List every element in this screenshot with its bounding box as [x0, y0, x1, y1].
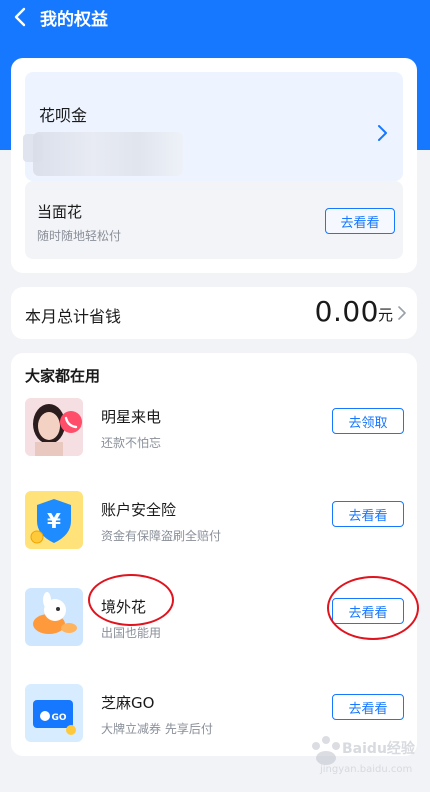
back-button[interactable]	[0, 0, 40, 34]
overseas-mascot-icon	[25, 588, 83, 646]
popular-services-card: 大家都在用 明星来电 还款不怕忘 去领取 ¥ 账户安全险 资金有保障盗刷全赔付 …	[11, 353, 417, 756]
page-title: 我的权益	[40, 9, 108, 30]
chevron-right-icon	[378, 125, 387, 141]
item-title: 账户安全险	[101, 501, 177, 519]
list-item: 境外花 出国也能用 去看看	[11, 588, 417, 652]
item-subtitle: 资金有保障盗刷全赔付	[101, 529, 222, 543]
view-button[interactable]: 去看看	[332, 694, 404, 720]
svg-text:GO: GO	[51, 713, 66, 723]
item-subtitle: 还款不怕忘	[101, 436, 162, 450]
celebrity-call-icon	[25, 398, 83, 456]
savings-unit: 元	[377, 306, 393, 324]
view-button[interactable]: 去看看	[332, 501, 404, 527]
sesame-go-card-icon: GO	[25, 684, 83, 742]
chevron-left-icon	[14, 7, 26, 27]
baidu-watermark: Baidu经验 jingyan.baidu.com	[300, 728, 426, 788]
savings-row[interactable]: 本月总计省钱 0.00 元	[11, 287, 417, 339]
shield-yen-icon: ¥	[25, 491, 83, 549]
dangmian-panel: 当面花 随时随地轻松付 去看看	[25, 181, 403, 259]
huabei-gold-panel[interactable]: 花呗金	[23, 72, 403, 181]
benefits-card: 花呗金 当面花 随时随地轻松付 去看看	[11, 58, 417, 273]
huabei-gold-title: 花呗金	[39, 106, 88, 125]
savings-label: 本月总计省钱	[25, 307, 122, 326]
list-item: ¥ 账户安全险 资金有保障盗刷全赔付 去看看	[11, 491, 417, 555]
dangmian-subtitle: 随时随地轻松付	[37, 229, 122, 243]
section-title: 大家都在用	[25, 367, 101, 385]
view-button[interactable]: 去看看	[332, 598, 404, 624]
chevron-right-icon	[398, 306, 406, 320]
item-subtitle: 出国也能用	[101, 626, 162, 640]
watermark-text: Baidu经验	[342, 741, 415, 757]
dangmian-title: 当面花	[37, 203, 83, 221]
item-title: 明星来电	[101, 408, 162, 426]
item-title: 芝麻GO	[101, 694, 155, 712]
item-title: 境外花	[101, 598, 147, 616]
top-bar: 我的权益	[0, 0, 430, 34]
item-subtitle: 大牌立减券 先享后付	[101, 722, 213, 736]
dangmian-view-button[interactable]: 去看看	[325, 208, 395, 234]
claim-button[interactable]: 去领取	[332, 408, 404, 434]
list-item: 明星来电 还款不怕忘 去领取	[11, 398, 417, 462]
blurred-balance	[33, 132, 183, 176]
watermark-subtext: jingyan.baidu.com	[320, 764, 413, 775]
svg-text:¥: ¥	[47, 509, 61, 533]
savings-amount: 0.00	[314, 295, 379, 328]
